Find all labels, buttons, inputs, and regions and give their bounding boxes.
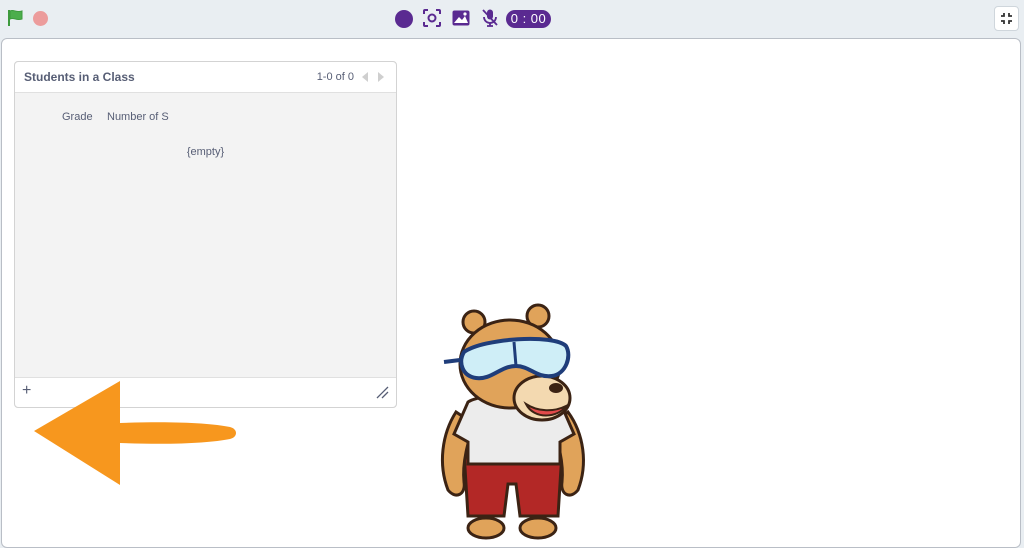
stop-icon[interactable] [33,11,48,26]
resize-handle-icon[interactable] [375,385,389,399]
empty-placeholder: {empty} [186,146,225,158]
list-monitor-header: Students in a Class 1-0 of 0 [15,62,396,93]
screenshot-icon[interactable] [422,8,442,28]
add-item-button[interactable]: + [22,382,31,400]
pointer-arrow-icon [34,381,236,485]
green-flag-icon[interactable] [7,9,25,27]
fullscreen-exit-button[interactable] [994,6,1019,31]
list-count: 1-0 of 0 [316,71,354,83]
image-icon[interactable] [451,8,471,28]
stage[interactable]: Students in a Class 1-0 of 0 Grade Numbe… [1,38,1021,548]
list-title: Students in a Class [24,70,135,84]
prev-page-icon[interactable] [362,72,368,82]
microphone-off-icon[interactable] [480,8,500,28]
fullscreen-exit-icon [1001,13,1012,24]
record-icon[interactable] [395,10,413,28]
bear-sprite[interactable] [434,294,594,544]
column-header-number: Number of S [107,111,169,123]
next-page-icon[interactable] [378,72,384,82]
top-toolbar: 0 : 00 [0,0,1024,37]
list-monitor[interactable]: Students in a Class 1-0 of 0 Grade Numbe… [14,61,397,408]
timer-display: 0 : 00 [506,10,551,28]
column-header-grade: Grade [62,111,93,123]
